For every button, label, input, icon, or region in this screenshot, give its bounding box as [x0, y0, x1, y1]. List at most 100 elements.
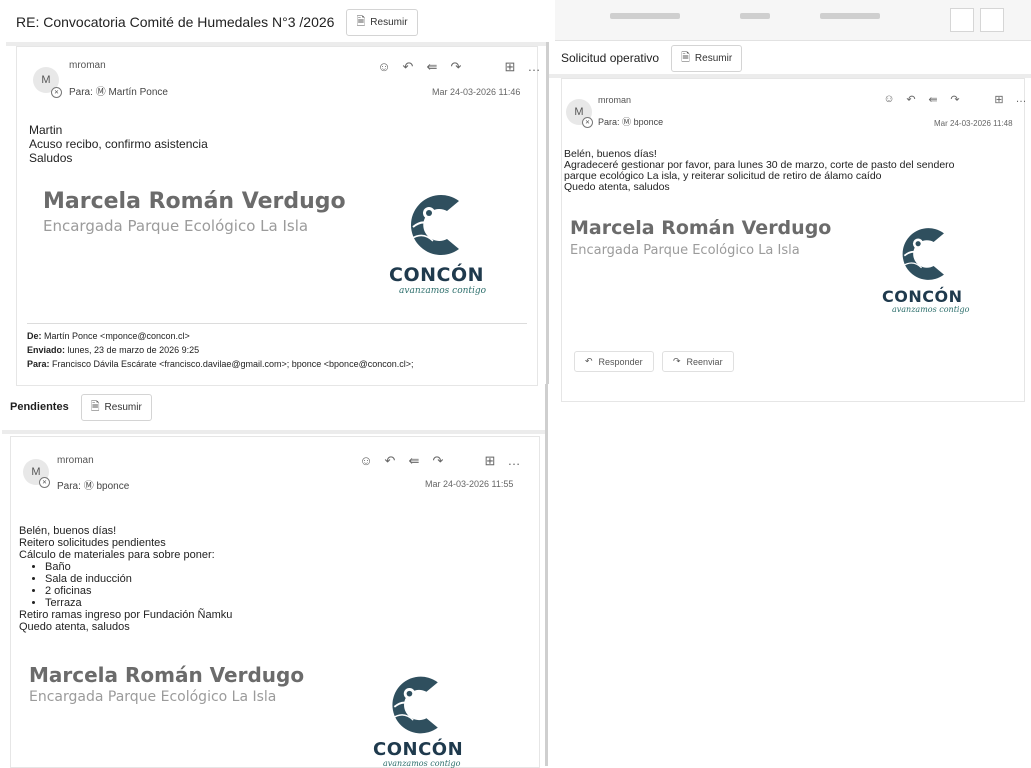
summarize-button[interactable]: 🗎 Resumir [80, 393, 152, 421]
reply-icon[interactable]: ↶ [401, 59, 415, 75]
sender-name[interactable]: mroman [69, 60, 106, 71]
body-line: Belén, buenos días! [19, 525, 117, 537]
logo-wordmark: CONCÓN [373, 739, 464, 760]
signature-name: Marcela Román Verdugo [29, 663, 305, 687]
to-prefix: Para: [57, 481, 81, 492]
background-window-strip [555, 0, 1031, 41]
logo-tagline: avanzamos contigo [399, 286, 487, 296]
recipient-line: Para: Ⓜ bponce [598, 115, 663, 128]
quoted-from: De: Martín Ponce <mponce@concon.cl> [27, 331, 190, 341]
summarize-icon: 🗎 [681, 51, 690, 64]
email-subject-bar: Pendientes 🗎 Resumir [2, 390, 545, 424]
email-panel-convocatoria: RE: Convocatoria Comité de Humedales N°3… [6, 2, 548, 386]
recipient-name[interactable]: Martín Ponce [108, 87, 167, 98]
emoji-icon[interactable]: ☺ [377, 59, 391, 75]
body-line: Reitero solicitudes pendientes [19, 537, 166, 549]
divider [546, 42, 549, 384]
email-subject-bar: RE: Convocatoria Comité de Humedales N°3… [6, 2, 548, 42]
list-item: 2 oficinas [45, 585, 232, 597]
message-actions: ☺ ↶ ⇚ ↷ ⊞ … [359, 453, 521, 469]
logo-wordmark: CONCÓN [389, 264, 484, 286]
summarize-button[interactable]: 🗎 Resumir [346, 8, 418, 36]
summarize-label: Resumir [104, 401, 142, 413]
body-line: Acuso recibo, confirmo asistencia [29, 137, 208, 151]
sender-name[interactable]: mroman [598, 95, 631, 105]
reply-icon: ↶ [585, 356, 593, 366]
body-line: Quedo atenta, saludos [564, 181, 670, 193]
divider [27, 323, 527, 324]
body-line: Martin [29, 123, 63, 137]
at-icon: Ⓜ [83, 481, 94, 492]
concon-logo-icon [410, 195, 459, 255]
more-icon[interactable]: … [1014, 93, 1028, 106]
forward-icon[interactable]: ↷ [449, 59, 463, 75]
reply-all-icon[interactable]: ⇚ [407, 453, 421, 469]
summarize-icon: 🗎 [356, 15, 366, 28]
message-card: M ✕ mroman Para: Ⓜ Martín Ponce ☺ ↶ ⇚ ↷ … [16, 46, 541, 386]
email-subject: RE: Convocatoria Comité de Humedales N°3… [16, 14, 335, 30]
recipient-line: Para: Ⓜ Martín Ponce [69, 83, 168, 98]
reply-label: Responder [598, 356, 643, 367]
emoji-icon[interactable]: ☺ [359, 453, 373, 469]
message-body: Martin Acuso recibo, confirmo asistencia… [29, 123, 208, 165]
apps-icon[interactable]: ⊞ [992, 93, 1006, 106]
forward-button[interactable]: ↷ Reenviar [662, 351, 734, 372]
apps-icon[interactable]: ⊞ [503, 59, 517, 75]
reply-all-icon[interactable]: ⇚ [926, 93, 940, 106]
reply-icon[interactable]: ↶ [904, 93, 918, 106]
list-item: Sala de inducción [45, 573, 232, 585]
at-icon: Ⓜ [622, 117, 632, 127]
quoted-to: Para: Francisco Dávila Escárate <francis… [27, 359, 414, 369]
presence-icon: ✕ [582, 117, 593, 128]
materials-list: Baño Sala de inducción 2 oficinas Terraz… [19, 561, 232, 609]
email-subject: Pendientes [10, 401, 69, 413]
signature-name: Marcela Román Verdugo [43, 189, 346, 214]
forward-label: Reenviar [686, 356, 723, 367]
signature-title: Encargada Parque Ecológico La Isla [570, 243, 800, 258]
message-card: M ✕ mroman Para: Ⓜ bponce ☺ ↶ ⇚ ↷ ⊞ … Ma… [10, 436, 540, 768]
recipient-name[interactable]: bponce [634, 117, 664, 127]
recipient-name[interactable]: bponce [96, 481, 129, 492]
summarize-icon: 🗎 [90, 400, 100, 413]
email-subject-bar: Solicitud operativo 🗎 Resumir [549, 42, 1031, 74]
divider [545, 384, 548, 766]
list-item: Baño [45, 561, 232, 573]
forward-icon[interactable]: ↷ [948, 93, 962, 106]
logo-wordmark: CONCÓN [882, 287, 963, 306]
signature-title: Encargada Parque Ecológico La Isla [29, 689, 277, 705]
reply-icon[interactable]: ↶ [383, 453, 397, 469]
presence-icon: ✕ [39, 477, 50, 488]
body-line: Retiro ramas ingreso por Fundación Ñamku [19, 609, 233, 621]
email-panel-pendientes: Pendientes 🗎 Resumir M ✕ mroman Para: Ⓜ … [2, 390, 545, 768]
apps-icon[interactable]: ⊞ [483, 453, 497, 469]
timestamp: Mar 24-03-2026 11:48 [934, 119, 1013, 128]
body-line: Saludos [29, 151, 73, 165]
summarize-button[interactable]: 🗎 Resumir [671, 44, 743, 72]
message-actions: ☺ ↶ ⇚ ↷ ⊞ … [377, 59, 541, 75]
timestamp: Mar 24-03-2026 11:46 [432, 87, 521, 97]
reply-button[interactable]: ↶ Responder [574, 351, 654, 372]
reply-all-icon[interactable]: ⇚ [425, 59, 439, 75]
signature-title: Encargada Parque Ecológico La Isla [43, 217, 309, 235]
quoted-sent: Enviado: lunes, 23 de marzo de 2026 9:25 [27, 345, 200, 355]
more-icon[interactable]: … [527, 59, 541, 75]
more-icon[interactable]: … [507, 453, 521, 469]
email-panel-solicitud: Solicitud operativo 🗎 Resumir M ✕ mroman… [549, 42, 1031, 402]
forward-icon: ↷ [673, 356, 681, 366]
message-card: M ✕ mroman Para: Ⓜ bponce ☺ ↶ ⇚ ↷ ⊞ … Ma… [561, 78, 1028, 402]
forward-icon[interactable]: ↷ [431, 453, 445, 469]
divider [2, 430, 545, 434]
list-item: Terraza [45, 597, 232, 609]
logo-tagline: avanzamos contigo [892, 305, 970, 314]
to-prefix: Para: [598, 117, 620, 127]
message-body: Belén, buenos días! Reitero solicitudes … [19, 525, 232, 633]
timestamp: Mar 24-03-2026 11:55 [425, 479, 514, 489]
message-body: Belén, buenos días! Agradeceré gestionar… [564, 149, 955, 193]
emoji-icon[interactable]: ☺ [882, 93, 896, 106]
recipient-line: Para: Ⓜ bponce [57, 477, 129, 492]
summarize-label: Resumir [694, 52, 733, 64]
email-subject: Solicitud operativo [561, 51, 660, 65]
concon-logo-icon [392, 676, 438, 734]
sender-name[interactable]: mroman [57, 455, 94, 466]
body-line: Cálculo de materiales para sobre poner: [19, 549, 215, 561]
